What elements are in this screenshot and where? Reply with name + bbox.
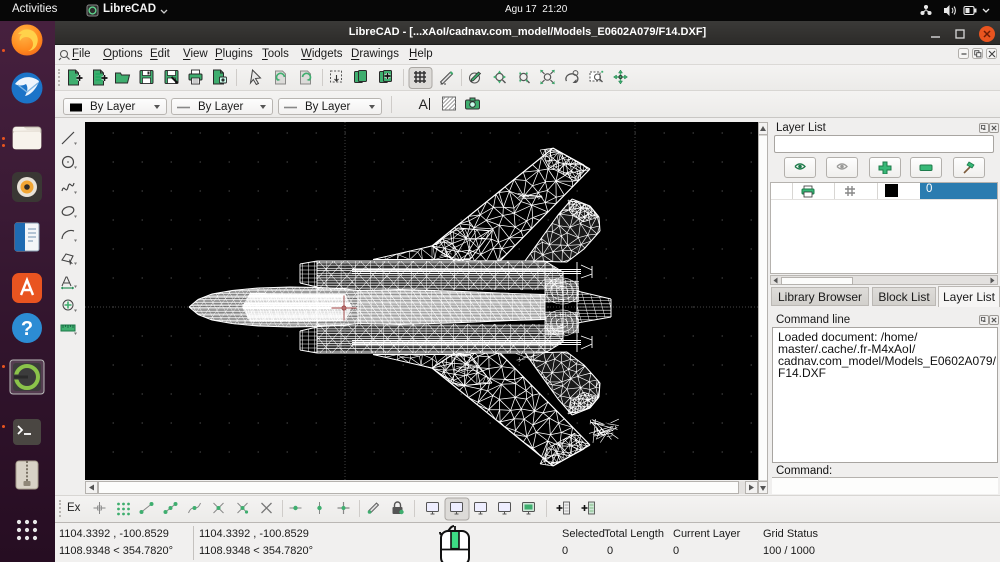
svg-text:?: ?	[21, 318, 33, 340]
svg-text:A: A	[419, 96, 429, 112]
